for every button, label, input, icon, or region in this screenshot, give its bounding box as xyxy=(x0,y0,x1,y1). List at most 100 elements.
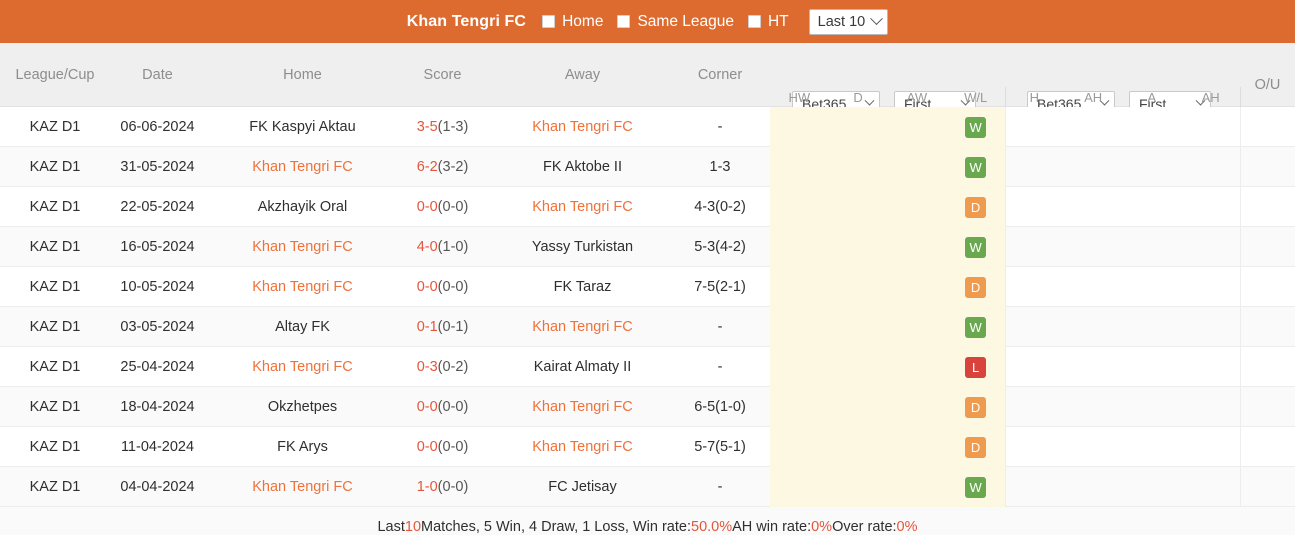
cell-score: 6-2(3-2) xyxy=(390,147,495,187)
col-header-corner: Corner xyxy=(697,67,743,83)
result-badge: D xyxy=(965,197,987,218)
score-fulltime: 0-3 xyxy=(416,359,438,375)
cell-corner: 5-3(4-2) xyxy=(694,239,746,255)
cell-corner: - xyxy=(717,319,723,335)
score-fulltime: 0-1 xyxy=(416,319,438,335)
cell-score: 1-0(0-0) xyxy=(390,467,495,507)
score-halftime: (0-0) xyxy=(437,479,469,495)
cell-away: Khan Tengri FC xyxy=(532,399,633,415)
checkbox-ht[interactable] xyxy=(747,15,761,28)
cell-date: 31-05-2024 xyxy=(120,159,195,175)
page-title: Khan Tengri FC xyxy=(406,12,527,30)
score-fulltime: 1-0 xyxy=(416,479,438,495)
cell-score: 0-0(0-0) xyxy=(390,387,495,427)
score-halftime: (0-1) xyxy=(437,319,469,335)
row-divider-2 xyxy=(1240,227,1241,267)
score-fulltime: 0-0 xyxy=(416,399,438,415)
summary-prefix: Last xyxy=(377,519,405,535)
cell-away: Khan Tengri FC xyxy=(532,119,633,135)
subcol-header-handicap-odds-3: AH xyxy=(1201,90,1220,105)
table-row[interactable]: KAZ D1 03-05-2024 Altay FK 0-1(0-1) Khan Ten… xyxy=(0,307,1295,347)
cell-home: Altay FK xyxy=(275,319,330,335)
subcol-header-full-time-odds-0: HW xyxy=(788,90,811,105)
table-row[interactable]: KAZ D1 18-04-2024 Okzhetpes 0-0(0-0) Khan Te… xyxy=(0,387,1295,427)
cell-away: FC Jetisay xyxy=(548,479,617,495)
cell-corner: 6-5(1-0) xyxy=(694,399,746,415)
cell-corner: - xyxy=(717,479,723,495)
match-range-select[interactable]: Last 10 xyxy=(808,8,889,35)
cell-corner: 1-3 xyxy=(709,159,731,175)
cell-home: Okzhetpes xyxy=(267,399,338,415)
score-fulltime: 3-5 xyxy=(416,119,438,135)
row-divider-2 xyxy=(1240,347,1241,387)
checkbox-same-league[interactable] xyxy=(617,15,631,28)
cell-home: Khan Tengri FC xyxy=(252,479,353,495)
row-divider-2 xyxy=(1240,307,1241,347)
summary-over-label: Over rate: xyxy=(832,519,897,535)
subcol-header-handicap-odds-2: A xyxy=(1147,90,1157,105)
col-header-ou: O/U xyxy=(1254,77,1281,93)
summary-ah-rate: 0% xyxy=(811,519,833,535)
cell-league: KAZ D1 xyxy=(29,159,81,175)
filter-same-league-label: Same League xyxy=(637,12,734,30)
summary-over-rate: 0% xyxy=(896,519,918,535)
subcol-header-full-time-odds-2: AW xyxy=(906,90,928,105)
match-range-value: Last 10 xyxy=(817,13,866,30)
result-badge: L xyxy=(965,357,987,378)
cell-score: 0-0(0-0) xyxy=(390,187,495,227)
cell-league: KAZ D1 xyxy=(29,359,81,375)
cell-date: 25-04-2024 xyxy=(120,359,195,375)
cell-away: FK Aktobe II xyxy=(543,159,622,175)
cell-date: 06-06-2024 xyxy=(120,119,195,135)
score-halftime: (1-3) xyxy=(437,119,469,135)
summary-count: 10 xyxy=(404,519,422,535)
cell-away: FK Taraz xyxy=(553,279,612,295)
row-divider-2 xyxy=(1240,267,1241,307)
table-row[interactable]: KAZ D1 04-04-2024 Khan Tengri FC 1-0(0-0) FC… xyxy=(0,467,1295,507)
filter-ht[interactable]: HT xyxy=(747,13,789,31)
table-row[interactable]: KAZ D1 25-04-2024 Khan Tengri FC 0-3(0-2) Ka… xyxy=(0,347,1295,387)
checkbox-home[interactable] xyxy=(542,15,556,28)
cell-score: 0-1(0-1) xyxy=(390,307,495,347)
cell-league: KAZ D1 xyxy=(29,319,81,335)
cell-away: Yassy Turkistan xyxy=(531,239,634,255)
table-row[interactable]: KAZ D1 22-05-2024 Akzhayik Oral 0-0(0-0) Kha… xyxy=(0,187,1295,227)
row-divider-2 xyxy=(1240,387,1241,427)
row-divider-1 xyxy=(1005,147,1006,187)
subcol-header-full-time-odds-1: D xyxy=(853,90,863,105)
filter-same-league[interactable]: Same League xyxy=(617,13,734,31)
result-badge: D xyxy=(965,397,987,418)
table-row[interactable]: KAZ D1 10-05-2024 Khan Tengri FC 0-0(0-0) FK… xyxy=(0,267,1295,307)
cell-home: Khan Tengri FC xyxy=(252,159,353,175)
cell-date: 16-05-2024 xyxy=(120,239,195,255)
col-header-league: League/Cup xyxy=(15,67,95,83)
table-row[interactable]: KAZ D1 31-05-2024 Khan Tengri FC 6-2(3-2) FK… xyxy=(0,147,1295,187)
row-divider-1 xyxy=(1005,267,1006,307)
cell-score: 0-3(0-2) xyxy=(390,347,495,387)
cell-date: 18-04-2024 xyxy=(120,399,195,415)
result-badge: D xyxy=(965,277,987,298)
row-divider-1 xyxy=(1005,307,1006,347)
table-row[interactable]: KAZ D1 06-06-2024 FK Kaspyi Aktau 3-5(1-3) K… xyxy=(0,107,1295,147)
subcol-header-full-time-odds-3: W/L xyxy=(964,90,988,105)
row-divider-2 xyxy=(1240,427,1241,467)
cell-corner: 4-3(0-2) xyxy=(694,199,746,215)
cell-home: FK Arys xyxy=(277,439,328,455)
result-badge: D xyxy=(965,437,987,458)
row-divider-2 xyxy=(1240,467,1241,507)
cell-league: KAZ D1 xyxy=(29,439,81,455)
table-row[interactable]: KAZ D1 11-04-2024 FK Arys 0-0(0-0) Khan Teng… xyxy=(0,427,1295,467)
cell-league: KAZ D1 xyxy=(29,239,81,255)
cell-score: 3-5(1-3) xyxy=(390,107,495,147)
cell-corner: - xyxy=(717,119,723,135)
row-divider-1 xyxy=(1005,187,1006,227)
filter-home[interactable]: Home xyxy=(542,13,603,31)
cell-league: KAZ D1 xyxy=(29,479,81,495)
row-divider-1 xyxy=(1005,227,1006,267)
row-divider-2 xyxy=(1240,107,1241,147)
result-badge: W xyxy=(965,477,987,498)
cell-home: FK Kaspyi Aktau xyxy=(249,119,356,135)
cell-home: Khan Tengri FC xyxy=(252,359,353,375)
table-row[interactable]: KAZ D1 16-05-2024 Khan Tengri FC 4-0(1-0) Ya… xyxy=(0,227,1295,267)
result-badge: W xyxy=(965,317,987,338)
